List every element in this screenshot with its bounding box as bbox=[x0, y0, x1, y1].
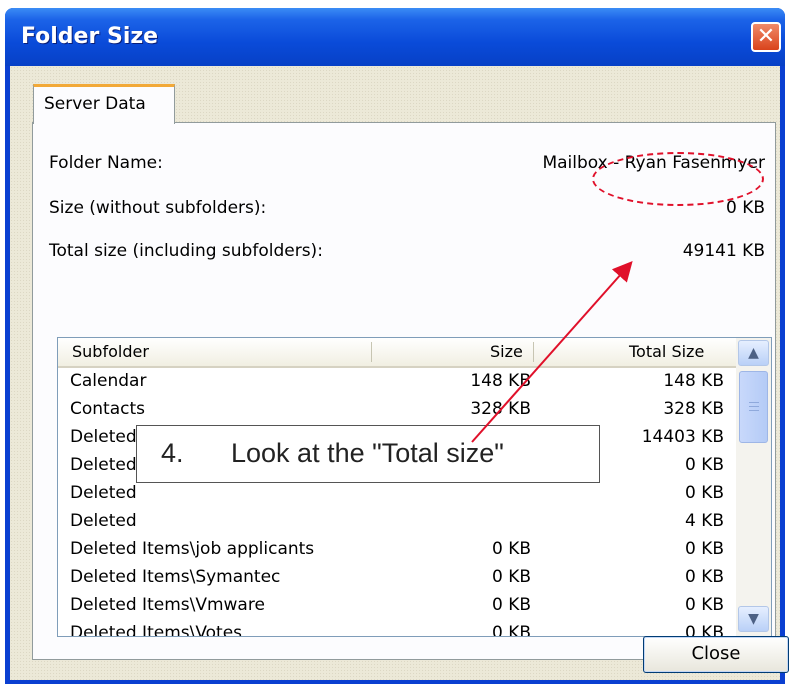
tab-label: Server Data bbox=[44, 94, 146, 114]
callout-step-number: 4. bbox=[161, 438, 184, 468]
vertical-scrollbar[interactable]: ▲ ▼ bbox=[736, 338, 771, 636]
total-size-cell: 0 KB bbox=[684, 595, 724, 615]
instruction-callout: 4. Look at the "Total size" bbox=[136, 425, 600, 483]
list-item[interactable]: Contacts 328 KB 328 KB bbox=[58, 399, 736, 426]
folder-name-label: Folder Name: bbox=[49, 153, 163, 173]
thumb-grip bbox=[749, 402, 759, 403]
total-size-cell: 14403 KB bbox=[641, 427, 724, 447]
scroll-thumb[interactable] bbox=[739, 371, 768, 443]
total-size-label: Total size (including subfolders): bbox=[49, 241, 323, 261]
size-cell: 328 KB bbox=[470, 399, 531, 419]
subfolder-cell: Deleted bbox=[70, 483, 137, 503]
subfolder-cell: Contacts bbox=[70, 399, 145, 419]
total-size-cell: 148 KB bbox=[663, 371, 724, 391]
tab-server-data[interactable]: Server Data bbox=[33, 84, 175, 124]
size-label: Size (without subfolders): bbox=[49, 198, 267, 218]
scroll-down-icon[interactable]: ▼ bbox=[738, 606, 769, 632]
column-header-total-size[interactable]: Total Size bbox=[629, 342, 704, 361]
list-item[interactable]: Deleted Items\job applicants 0 KB 0 KB bbox=[58, 539, 736, 566]
subfolder-cell: Deleted Items\Votes bbox=[70, 623, 243, 637]
title-bar[interactable]: Folder Size ✕ bbox=[5, 8, 785, 66]
highlight-ellipse bbox=[592, 152, 764, 206]
list-item[interactable]: Deleted Items\Symantec 0 KB 0 KB bbox=[58, 567, 736, 594]
list-item[interactable]: Deleted 4 KB bbox=[58, 511, 736, 538]
total-size-cell: 0 KB bbox=[684, 455, 724, 475]
column-divider[interactable] bbox=[371, 342, 372, 362]
column-divider[interactable] bbox=[533, 342, 534, 362]
total-size-cell: 0 KB bbox=[684, 567, 724, 587]
column-header-subfolder[interactable]: Subfolder bbox=[72, 342, 149, 361]
subfolder-cell: Deleted bbox=[70, 511, 137, 531]
total-size-cell: 328 KB bbox=[663, 399, 724, 419]
list-item[interactable]: Deleted 0 KB bbox=[58, 483, 736, 510]
total-size-value: 49141 KB bbox=[682, 241, 765, 261]
callout-text: Look at the "Total size" bbox=[231, 438, 504, 468]
size-value: 0 KB bbox=[725, 198, 765, 218]
total-size-cell: 4 KB bbox=[684, 511, 724, 531]
subfolder-cell: Deleted Items\Symantec bbox=[70, 567, 281, 587]
subfolder-cell: Deleted Items\Vmware bbox=[70, 595, 265, 615]
total-size-cell: 0 KB bbox=[684, 623, 724, 637]
size-cell: 0 KB bbox=[491, 539, 531, 559]
subfolder-cell: Deleted Items\job applicants bbox=[70, 539, 315, 559]
size-cell: 0 KB bbox=[491, 595, 531, 615]
close-button[interactable]: Close bbox=[643, 636, 789, 673]
close-icon[interactable]: ✕ bbox=[751, 22, 781, 52]
size-cell: 148 KB bbox=[470, 371, 531, 391]
thumb-grip bbox=[749, 406, 759, 407]
scroll-up-icon[interactable]: ▲ bbox=[738, 340, 769, 366]
window-title: Folder Size bbox=[21, 24, 159, 49]
list-item[interactable]: Calendar 148 KB 148 KB bbox=[58, 371, 736, 398]
folder-size-dialog: Folder Size ✕ Server Data Folder Name: M… bbox=[5, 8, 789, 684]
size-cell: 0 KB bbox=[491, 567, 531, 587]
size-cell: 0 KB bbox=[491, 623, 531, 637]
total-size-cell: 0 KB bbox=[684, 483, 724, 503]
subfolder-cell: Calendar bbox=[70, 371, 147, 391]
thumb-grip bbox=[749, 410, 759, 411]
column-header-size[interactable]: Size bbox=[490, 342, 523, 361]
list-item[interactable]: Deleted Items\Votes 0 KB 0 KB bbox=[58, 623, 736, 637]
list-header: Subfolder Size Total Size bbox=[58, 338, 736, 368]
list-item[interactable]: Deleted Items\Vmware 0 KB 0 KB bbox=[58, 595, 736, 622]
total-size-cell: 0 KB bbox=[684, 539, 724, 559]
subfolder-list[interactable]: Subfolder Size Total Size Calendar 148 KB… bbox=[57, 337, 772, 637]
